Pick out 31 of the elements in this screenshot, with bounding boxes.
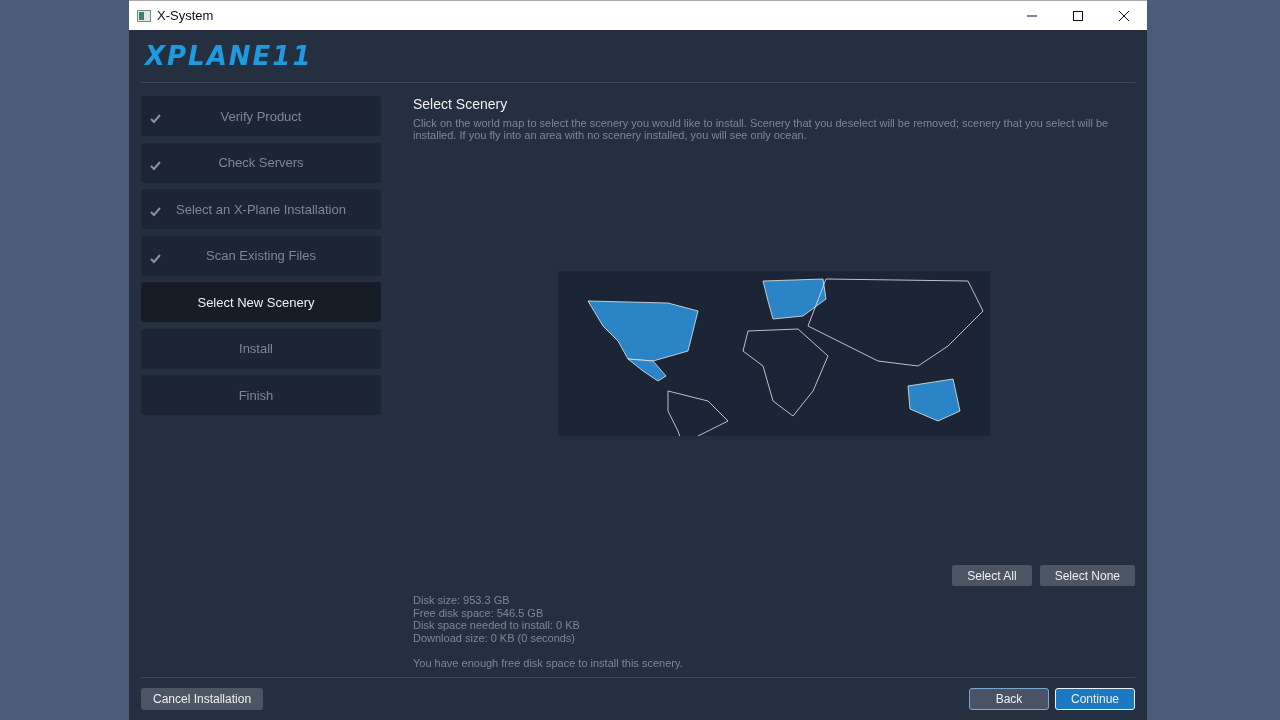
close-icon — [1119, 10, 1129, 21]
window-title: X-System — [157, 8, 215, 23]
disk-info: Disk size: 953.3 GB — [413, 594, 511, 607]
step-item: Select New Scenery — [141, 282, 381, 322]
step-item: Install — [141, 328, 381, 369]
disk-info: Free disk space: 546.5 GB — [413, 606, 545, 619]
status-message: You have enough free disk space to install this scenery. — [413, 657, 684, 669]
step-item: Verify Product — [141, 96, 381, 136]
world-map[interactable] — [558, 270, 990, 436]
map-region[interactable] — [907, 378, 961, 421]
disk-info: Download size: 0 KB (0 seconds) — [413, 631, 577, 644]
map-region[interactable] — [807, 278, 984, 366]
section-title: Select Scenery — [413, 96, 509, 112]
select-button[interactable]: Select None — [1039, 565, 1135, 586]
back-button[interactable]: Back — [969, 688, 1049, 710]
app-icon — [137, 9, 151, 22]
disk-info: Disk space needed to install: 0 KB — [413, 619, 581, 632]
step-item: Scan Existing Files — [141, 235, 381, 276]
map-region[interactable] — [762, 278, 827, 319]
map-region[interactable] — [667, 390, 729, 436]
continue-button[interactable]: Continue — [1055, 688, 1135, 710]
map-region[interactable] — [627, 358, 667, 381]
map-region[interactable] — [742, 328, 829, 416]
maximize-icon — [1073, 10, 1083, 21]
logo: XPLANE11 — [145, 41, 313, 71]
step-item: Check Servers — [141, 142, 381, 183]
cancel-button[interactable]: Cancel Installation — [141, 688, 264, 710]
description: Click on the world map to select the scenery you would like to install. Scenery that you deselect will be removed; scenery that you select will be installed. If you fly into an area with no scenery installed, you will see only ocean. — [413, 117, 1110, 141]
select-button[interactable]: Select All — [952, 565, 1032, 586]
step-item: Select an X-Plane Installation — [141, 189, 381, 229]
step-item: Finish — [141, 375, 381, 415]
